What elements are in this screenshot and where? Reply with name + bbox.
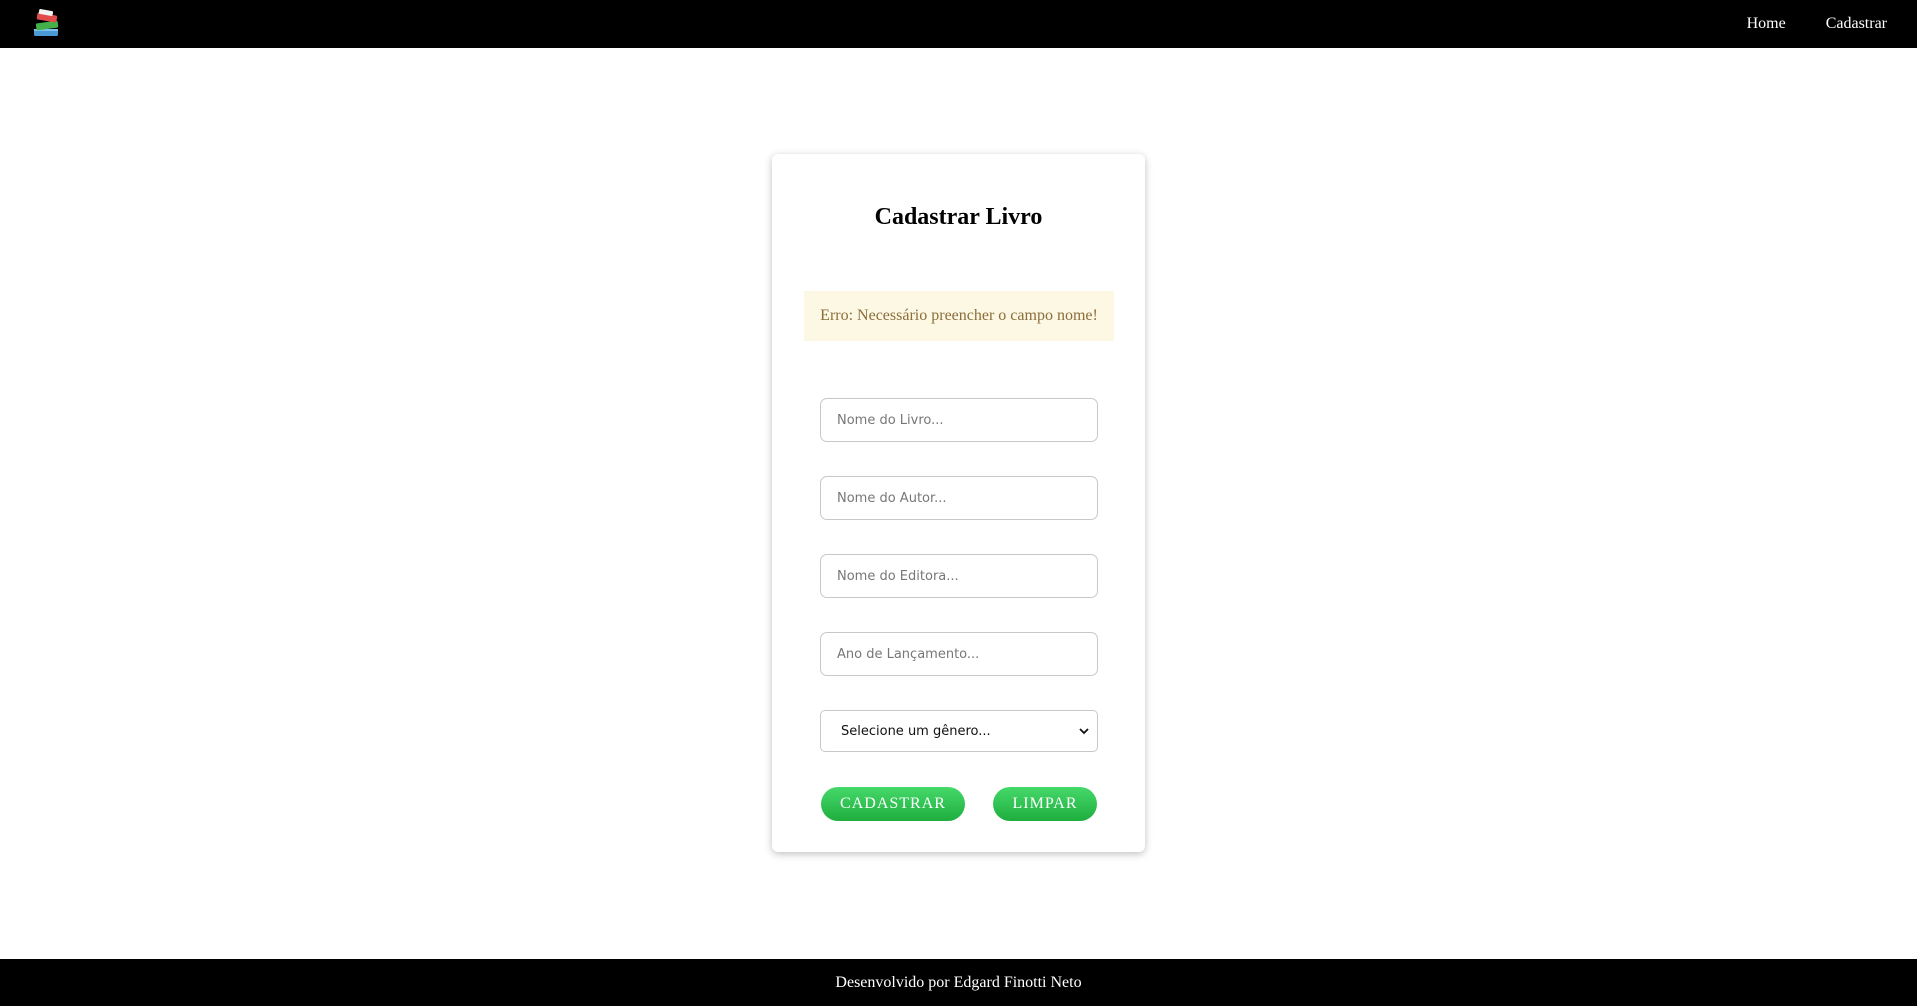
nav-links: Home Cadastrar (1747, 0, 1887, 48)
author-name-input[interactable] (820, 476, 1098, 520)
error-alert: Erro: Necessário preencher o campo nome! (804, 291, 1114, 341)
publisher-name-input[interactable] (820, 554, 1098, 598)
footer-credit: Desenvolvido por Edgard Finotti Neto (835, 973, 1082, 991)
clear-button[interactable]: LIMPAR (993, 787, 1097, 821)
book-name-input[interactable] (820, 398, 1098, 442)
genre-select[interactable]: Selecione um gênero... (820, 710, 1098, 752)
book-form-card: Cadastrar Livro Erro: Necessário preench… (772, 154, 1145, 852)
form-title: Cadastrar Livro (874, 204, 1043, 230)
nav-link-home[interactable]: Home (1747, 15, 1786, 33)
footer: Desenvolvido por Edgard Finotti Neto (0, 959, 1917, 1006)
top-navbar: Home Cadastrar (0, 0, 1917, 48)
books-stack-icon[interactable] (30, 7, 64, 41)
chevron-down-icon (1079, 728, 1089, 735)
submit-button[interactable]: CADASTRAR (821, 787, 965, 821)
release-year-input[interactable] (820, 632, 1098, 676)
nav-link-cadastrar[interactable]: Cadastrar (1826, 15, 1887, 33)
genre-select-value: Selecione um gênero... (841, 723, 991, 739)
